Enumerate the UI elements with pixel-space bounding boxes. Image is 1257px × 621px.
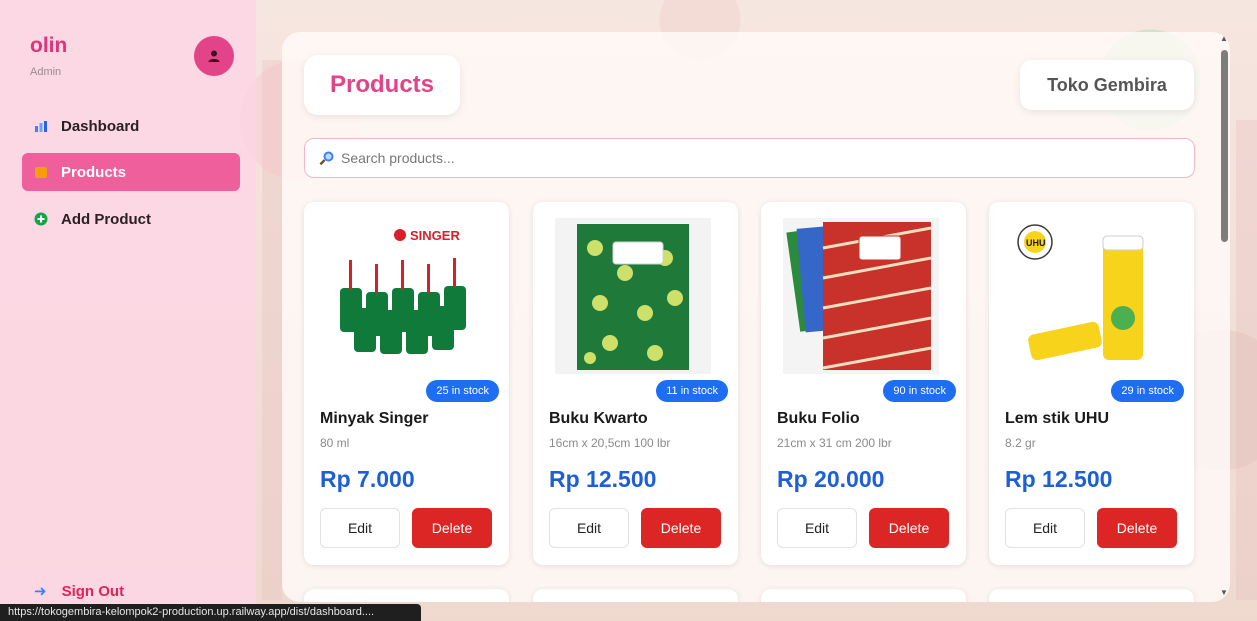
delete-button[interactable]: Delete (641, 508, 721, 548)
sidebar-item-label: Products (61, 163, 127, 181)
product-description: 21cm x 31 cm 200 lbr (777, 436, 892, 450)
search-bar[interactable] (304, 138, 1195, 178)
product-name: Buku Kwarto (549, 410, 648, 427)
product-image (555, 218, 711, 374)
stock-badge: 25 in stock (426, 380, 499, 402)
main-panel: Products Toko Gembira SINGER (282, 32, 1230, 602)
product-card (761, 589, 966, 602)
product-card: SINGER 25 in stock Minyak Singer 80 ml R… (304, 202, 509, 565)
edit-button[interactable]: Edit (549, 508, 629, 548)
product-card (304, 589, 509, 602)
product-description: 8.2 gr (1005, 436, 1036, 450)
user-icon (208, 50, 220, 62)
plus-circle-icon (34, 212, 48, 226)
stock-badge: 11 in stock (656, 380, 728, 402)
stock-badge: 29 in stock (1111, 380, 1184, 402)
singer-oil-image: SINGER (326, 218, 482, 374)
delete-button[interactable]: Delete (869, 508, 949, 548)
sidebar-item-dashboard[interactable]: Dashboard (22, 107, 240, 145)
product-image (783, 218, 939, 374)
search-input[interactable] (341, 150, 1161, 166)
batik-notebooks-image (783, 218, 939, 374)
product-name: Lem stik UHU (1005, 410, 1110, 427)
uhu-logo-text: UHU (1026, 238, 1046, 248)
product-description: 80 ml (320, 436, 350, 450)
product-card: 11 in stock Buku Kwarto 16cm x 20,5cm 10… (533, 202, 738, 565)
user-role: Admin (30, 66, 62, 78)
sidebar: olin Admin Dashboard Products Add Produc… (0, 0, 256, 621)
scroll-down-icon[interactable]: ▼ (1220, 588, 1228, 597)
scroll-thumb[interactable] (1221, 50, 1228, 242)
delete-button[interactable]: Delete (412, 508, 492, 548)
green-notebook-image (555, 218, 711, 374)
product-card: 90 in stock Buku Folio 21cm x 31 cm 200 … (761, 202, 966, 565)
edit-button[interactable]: Edit (320, 508, 400, 548)
avatar[interactable] (194, 36, 234, 76)
uhu-glue-image: UHU (1011, 218, 1167, 374)
user-name: olin (30, 34, 68, 57)
page-title: Products (304, 55, 460, 115)
status-url: https://tokogembira-kelompok2-production… (0, 604, 421, 621)
product-card (989, 589, 1194, 602)
product-card (533, 589, 738, 602)
scrollbar[interactable]: ▲ ▼ (1218, 32, 1230, 602)
stock-badge: 90 in stock (883, 380, 956, 402)
product-price: Rp 7.000 (320, 466, 415, 492)
product-description: 16cm x 20,5cm 100 lbr (549, 436, 671, 450)
sidebar-item-products[interactable]: Products (22, 153, 240, 191)
product-card: UHU 29 in stock Lem stik UHU 8.2 gr Rp 1… (989, 202, 1194, 565)
sign-out-label: Sign Out (61, 582, 125, 600)
sign-out-link[interactable]: ➜ Sign Out (34, 582, 125, 601)
product-image: UHU (1011, 218, 1167, 374)
arrow-right-icon: ➜ (34, 583, 47, 600)
product-name: Minyak Singer (320, 410, 429, 427)
delete-button[interactable]: Delete (1097, 508, 1177, 548)
product-price: Rp 12.500 (1005, 466, 1113, 492)
edit-button[interactable]: Edit (777, 508, 857, 548)
product-name: Buku Folio (777, 410, 860, 427)
product-price: Rp 20.000 (777, 466, 885, 492)
chart-icon (35, 121, 47, 132)
box-icon (35, 167, 47, 178)
scroll-up-icon[interactable]: ▲ (1220, 34, 1228, 43)
sidebar-item-add-product[interactable]: Add Product (22, 200, 240, 238)
edit-button[interactable]: Edit (1005, 508, 1085, 548)
sidebar-item-label: Add Product (61, 210, 151, 228)
store-name: Toko Gembira (1020, 60, 1194, 110)
search-icon (319, 151, 334, 166)
sidebar-item-label: Dashboard (61, 117, 140, 135)
singer-logo-text: SINGER (410, 228, 460, 243)
product-price: Rp 12.500 (549, 466, 657, 492)
product-image: SINGER (326, 218, 482, 374)
